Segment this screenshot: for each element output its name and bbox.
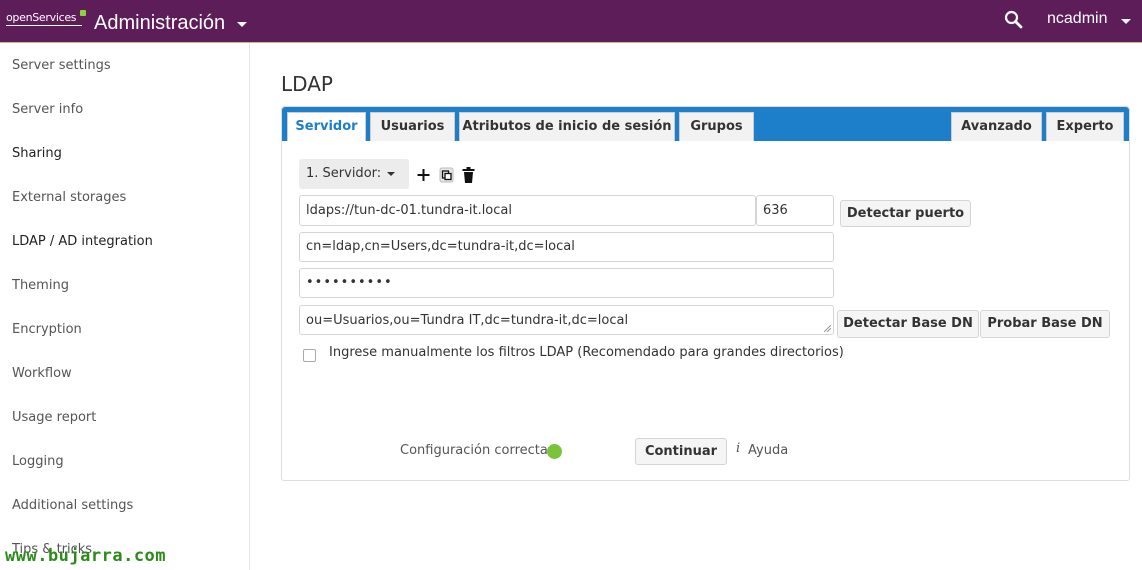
user-dn-input[interactable]: cn=ldap,cn=Users,dc=tundra-it,dc=local [299, 232, 834, 262]
logo-text: openServices [6, 11, 77, 24]
delete-server-icon[interactable] [460, 165, 477, 185]
tab-bar: Servidor Usuarios Atributos de inicio de… [282, 107, 1129, 141]
sidebar-item-server-info[interactable]: Server info [12, 102, 83, 117]
tab-experto[interactable]: Experto [1046, 112, 1124, 141]
host-input[interactable]: ldaps://tun-dc-01.tundra-it.local [299, 195, 756, 226]
sidebar-item-ldap[interactable]: LDAP / AD integration [12, 234, 153, 249]
manual-filter-checkbox[interactable] [303, 349, 316, 362]
sidebar-item-logging[interactable]: Logging [12, 454, 64, 469]
watermark: www.bujarra.com [5, 546, 167, 566]
sidebar-item-usage-report[interactable]: Usage report [12, 410, 96, 425]
copy-server-icon[interactable] [438, 164, 455, 184]
password-input[interactable]: •••••••••• [299, 268, 834, 298]
tab-grupos[interactable]: Grupos [679, 112, 754, 141]
search-icon[interactable] [1003, 9, 1025, 31]
tab-servidor[interactable]: Servidor [287, 112, 366, 141]
sidebar-item-server-settings[interactable]: Server settings [12, 58, 111, 73]
sidebar-item-workflow[interactable]: Workflow [12, 366, 72, 381]
add-server-icon[interactable] [415, 165, 432, 185]
port-input[interactable]: 636 [756, 195, 834, 226]
resize-handle-icon[interactable] [824, 325, 831, 332]
ldap-config-panel: Servidor Usuarios Atributos de inicio de… [281, 106, 1130, 481]
detect-port-button[interactable]: Detectar puerto [840, 200, 971, 227]
settings-sidebar: Server settings Server info Sharing Exte… [0, 43, 250, 570]
logo-dot [80, 10, 86, 16]
sidebar-item-encryption[interactable]: Encryption [12, 322, 82, 337]
info-icon[interactable]: i [736, 441, 740, 456]
sidebar-item-additional-settings[interactable]: Additional settings [12, 498, 133, 513]
tab-atributos[interactable]: Atributos de inicio de sesión [459, 112, 675, 141]
sidebar-item-theming[interactable]: Theming [12, 278, 69, 293]
user-menu[interactable]: ncadmin [1047, 10, 1107, 28]
base-dn-value: ou=Usuarios,ou=Tundra IT,dc=tundra-it,dc… [306, 313, 629, 328]
tab-avanzado[interactable]: Avanzado [951, 112, 1042, 141]
status-text: Configuración correcta [400, 443, 548, 458]
app-menu-title[interactable]: Administración [94, 12, 225, 35]
sidebar-item-external-storages[interactable]: External storages [12, 190, 126, 205]
top-header: openServices Administración ncadmin [0, 0, 1142, 43]
help-link[interactable]: Ayuda [748, 443, 788, 458]
continue-button[interactable]: Continuar [635, 438, 727, 465]
chevron-down-icon[interactable] [1121, 19, 1131, 24]
status-indicator-icon [547, 444, 562, 459]
chevron-down-icon[interactable] [237, 22, 247, 27]
page-title: LDAP [281, 72, 333, 96]
sidebar-item-sharing[interactable]: Sharing [12, 146, 62, 161]
app-logo[interactable]: openServices [6, 10, 86, 31]
server-select[interactable]: 1. Servidor: [299, 159, 409, 189]
manual-filter-label: Ingrese manualmente los filtros LDAP (Re… [329, 345, 844, 360]
detect-base-dn-button[interactable]: Detectar Base DN [837, 310, 979, 338]
server-select-label: 1. Servidor: [306, 166, 382, 181]
logo-underline [6, 25, 82, 26]
base-dn-textarea[interactable]: ou=Usuarios,ou=Tundra IT,dc=tundra-it,dc… [299, 305, 834, 335]
chevron-down-icon [387, 172, 395, 176]
test-base-dn-button[interactable]: Probar Base DN [980, 310, 1110, 338]
tab-usuarios[interactable]: Usuarios [370, 112, 455, 141]
